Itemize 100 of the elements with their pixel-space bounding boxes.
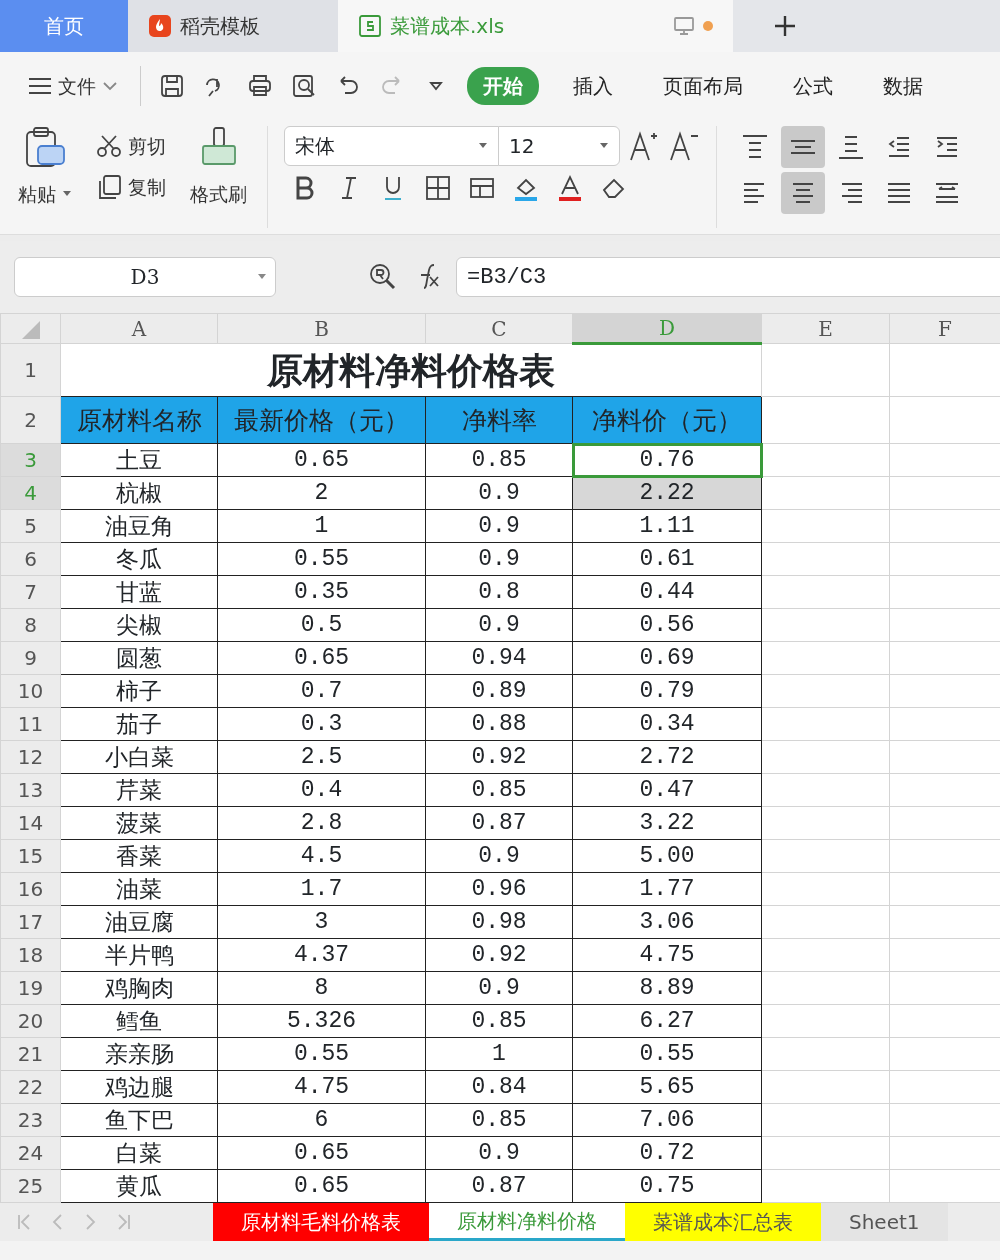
column-header[interactable]: A (60, 313, 218, 344)
scissors-icon (96, 134, 122, 159)
column-header[interactable]: C (425, 313, 573, 344)
sheet-tab[interactable]: Sheet1 (821, 1203, 948, 1241)
save-icon[interactable] (159, 73, 185, 99)
ribbon-tab[interactable]: 开始 (467, 67, 539, 105)
table-cell: 茄子 (60, 707, 218, 741)
table-cell: 0.8 (425, 575, 573, 609)
row-header[interactable]: 20 (0, 1004, 61, 1038)
row-header[interactable]: 10 (0, 674, 61, 708)
row-header[interactable]: 15 (0, 839, 61, 873)
table-cell: 4.37 (217, 938, 426, 972)
table-cell: 油菜 (60, 872, 218, 906)
table-cell: 0.34 (572, 707, 762, 741)
row-header[interactable]: 21 (0, 1037, 61, 1071)
table-cell: 鳕鱼 (60, 1004, 218, 1038)
row-header[interactable]: 5 (0, 509, 61, 543)
row-header[interactable]: 24 (0, 1136, 61, 1170)
table-cell: 0.76 (572, 443, 762, 477)
table-cell: 3.06 (572, 905, 762, 939)
borders-icon[interactable] (424, 174, 452, 202)
format-painter-button[interactable]: 格式刷 (186, 178, 251, 211)
increase-font-icon[interactable] (628, 130, 660, 162)
table-cell: 0.92 (425, 938, 573, 972)
column-header[interactable]: E (761, 313, 890, 344)
name-box[interactable]: D3 (14, 257, 276, 297)
font-color-icon[interactable] (556, 174, 584, 202)
row-header[interactable]: 12 (0, 740, 61, 774)
document-tab[interactable]: 菜谱成本.xls (338, 0, 733, 52)
document-tab[interactable]: 稻壳模板 (128, 0, 338, 52)
row-header[interactable]: 1 (0, 343, 61, 397)
paste-button[interactable]: 粘贴 (14, 178, 76, 211)
table-cell: 土豆 (60, 443, 218, 477)
font-name-dropdown[interactable]: 宋体 (284, 126, 499, 166)
table-cell: 0.55 (217, 1037, 426, 1071)
table-cell: 亲亲肠 (60, 1037, 218, 1071)
table-cell: 0.69 (572, 641, 762, 675)
table-cell: 0.9 (425, 971, 573, 1005)
sheet-tab[interactable]: 原材料净料价格 (429, 1203, 625, 1241)
sheet-tab[interactable]: 原材料毛料价格表 (213, 1203, 429, 1241)
table-cell: 0.87 (425, 806, 573, 840)
align-button[interactable] (781, 126, 825, 168)
table-cell: 4.5 (217, 839, 426, 873)
zoom-search-icon[interactable] (368, 262, 398, 292)
formula-input[interactable]: =B3/C3 (456, 257, 1000, 297)
row-header[interactable]: 18 (0, 938, 61, 972)
table-cell: 2.72 (572, 740, 762, 774)
decrease-font-icon[interactable] (668, 130, 700, 162)
column-header[interactable]: B (217, 313, 426, 344)
print-icon[interactable] (247, 73, 273, 99)
row-header[interactable]: 16 (0, 872, 61, 906)
cut-button[interactable]: 剪切 (92, 130, 170, 163)
row-header[interactable]: 25 (0, 1169, 61, 1203)
table-cell: 0.84 (425, 1070, 573, 1104)
table-cell: 半片鸭 (60, 938, 218, 972)
print-preview-icon[interactable] (291, 73, 317, 99)
row-header[interactable]: 23 (0, 1103, 61, 1137)
clipboard-icon[interactable] (24, 126, 66, 170)
row-header[interactable]: 17 (0, 905, 61, 939)
ribbon-tab[interactable]: 页面布局 (647, 67, 759, 105)
table-cell: 0.44 (572, 575, 762, 609)
table-cell: 1.11 (572, 509, 762, 543)
table-cell: 5.00 (572, 839, 762, 873)
plus-icon (773, 14, 797, 38)
sheet-tab[interactable]: 菜谱成本汇总表 (625, 1203, 821, 1241)
table-cell: 0.75 (572, 1169, 762, 1203)
table-cell: 0.87 (425, 1169, 573, 1203)
copy-button[interactable]: 复制 (92, 170, 170, 203)
table-cell: 0.9 (425, 476, 573, 510)
ribbon-tab[interactable]: 公式 (777, 67, 849, 105)
row-header[interactable]: 13 (0, 773, 61, 807)
file-menu[interactable]: 文件 (24, 69, 122, 103)
row-header[interactable]: 22 (0, 1070, 61, 1104)
row-header[interactable]: 11 (0, 707, 61, 741)
table-cell: 0.4 (217, 773, 426, 807)
table-cell: 0.85 (425, 773, 573, 807)
table-cell: 0.85 (425, 1103, 573, 1137)
row-header[interactable]: 14 (0, 806, 61, 840)
column-header[interactable]: F (889, 313, 1000, 344)
table-cell: 5.326 (217, 1004, 426, 1038)
table-cell: 0.47 (572, 773, 762, 807)
row-header[interactable]: 9 (0, 641, 61, 675)
caret-icon (478, 142, 488, 150)
ribbon-tab[interactable]: 数据 (867, 67, 939, 105)
row-header[interactable]: 7 (0, 575, 61, 609)
unsaved-dot-icon (703, 21, 713, 31)
row-header[interactable]: 6 (0, 542, 61, 576)
flame-icon (148, 14, 172, 38)
table-cell: 0.88 (425, 707, 573, 741)
row-header[interactable]: 8 (0, 608, 61, 642)
table-cell: 0.61 (572, 542, 762, 576)
ribbon-tab[interactable]: 插入 (557, 67, 629, 105)
table-cell: 0.94 (425, 641, 573, 675)
align-button[interactable] (781, 172, 825, 214)
row-header[interactable]: 19 (0, 971, 61, 1005)
row-header[interactable]: 2 (0, 396, 61, 444)
document-tab[interactable]: 首页 (0, 0, 128, 52)
table-cell: 0.65 (217, 641, 426, 675)
font-size-dropdown[interactable]: 12 (498, 126, 620, 166)
table-cell: 芹菜 (60, 773, 218, 807)
